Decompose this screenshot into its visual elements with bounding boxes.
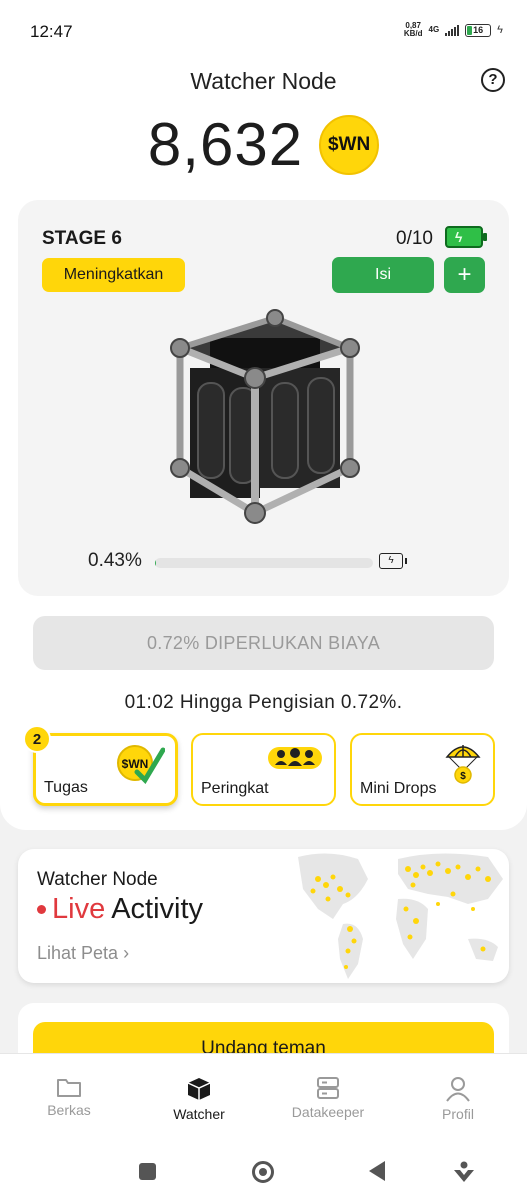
user-icon [446, 1077, 470, 1102]
fill-button[interactable]: Isi [332, 257, 434, 293]
assistant-icon[interactable] [452, 1160, 476, 1184]
tile-mini-drops-label: Mini Drops [360, 780, 437, 797]
nav-item-profil[interactable]: Profil [403, 1076, 513, 1122]
svg-text:$: $ [460, 771, 466, 782]
live-activity-card[interactable]: Watcher Node Live Activity Lihat Peta › [18, 849, 509, 983]
live-dot-icon [37, 905, 46, 914]
back-icon[interactable] [369, 1161, 385, 1181]
tile-ranking-label: Peringkat [201, 780, 269, 797]
battery-status-icon: 16 [465, 23, 492, 37]
battery-full-icon: ϟ [445, 226, 487, 248]
tile-ranking[interactable]: Peringkat [191, 733, 336, 806]
watcher-node-cube-image [170, 309, 360, 524]
progress-percent: 0.43% [88, 550, 142, 571]
tasks-count-badge: 2 [23, 725, 51, 753]
nav-label: Profil [442, 1106, 474, 1122]
help-icon[interactable]: ? [481, 68, 505, 92]
stage-label: STAGE 6 [42, 228, 122, 249]
page-title: Watcher Node [190, 68, 337, 94]
svg-text:$WN: $WN [122, 757, 149, 771]
balance-value: 8,632 [147, 111, 304, 178]
add-energy-button[interactable]: + [444, 257, 485, 293]
recent-apps-icon[interactable] [139, 1163, 156, 1180]
wn-coin-icon: $WN [319, 114, 380, 175]
balance-row: 8,632 $WN [0, 110, 527, 179]
nav-label: Berkas [47, 1102, 91, 1118]
nav-item-datakeeper[interactable]: Datakeeper [273, 1076, 383, 1120]
network-speed: 0,87 KB/d [403, 21, 423, 38]
wn-coin-check-icon: $WN [117, 745, 165, 784]
charge-battery-icon: ϟ [379, 553, 407, 569]
tile-tasks-label: Tugas [44, 779, 88, 796]
system-nav-bar [0, 1139, 527, 1200]
nav-item-berkas[interactable]: Berkas [14, 1076, 124, 1118]
world-activity-map [298, 853, 503, 979]
live-card-title: Watcher Node [37, 869, 158, 890]
parachute-coin-icon: $ [445, 745, 481, 784]
view-map-link[interactable]: Lihat Peta › [37, 943, 129, 964]
status-icons: 0,87 KB/d 4G 16 ϟ [404, 22, 503, 38]
people-group-icon [268, 747, 322, 769]
folder-icon [57, 1079, 81, 1097]
server-icon [317, 1077, 339, 1099]
nav-label: Watcher [173, 1106, 225, 1122]
header: Watcher Node ? 8,632 $WN [0, 60, 527, 200]
live-activity-heading: Live Activity [37, 893, 203, 926]
progress-bar [155, 558, 373, 568]
signal-icon [445, 24, 460, 36]
cost-required-button[interactable]: 0.72% DIPERLUKAN BIAYA [33, 616, 494, 670]
energy-count: 0/10 [396, 228, 433, 249]
cube-icon [187, 1078, 211, 1100]
tile-mini-drops[interactable]: $ Mini Drops [350, 733, 495, 806]
network-type: 4G [428, 25, 440, 34]
bottom-nav: Berkas Watcher Datakeeper Profil [0, 1053, 527, 1139]
refill-timer: 01:02 Hingga Pengisian 0.72%. [124, 692, 403, 713]
status-time: 12:47 [30, 22, 73, 41]
status-bar: 12:47 0,87 KB/d 4G 16 ϟ [0, 0, 527, 60]
charging-icon: ϟ [497, 24, 503, 36]
upgrade-button[interactable]: Meningkatkan [42, 258, 185, 292]
tile-tasks[interactable]: $WN Tugas [33, 733, 178, 806]
live-word: Live [52, 893, 106, 925]
progress-fill [155, 558, 156, 568]
home-icon[interactable] [252, 1161, 274, 1183]
nav-label: Datakeeper [291, 1104, 365, 1120]
chevron-right-icon: › [123, 943, 130, 963]
activity-word: Activity [111, 893, 204, 925]
stage-card: STAGE 6 0/10 ϟ Meningkatkan Isi + 0.43% [18, 200, 509, 596]
nav-item-watcher[interactable]: Watcher [144, 1076, 254, 1122]
